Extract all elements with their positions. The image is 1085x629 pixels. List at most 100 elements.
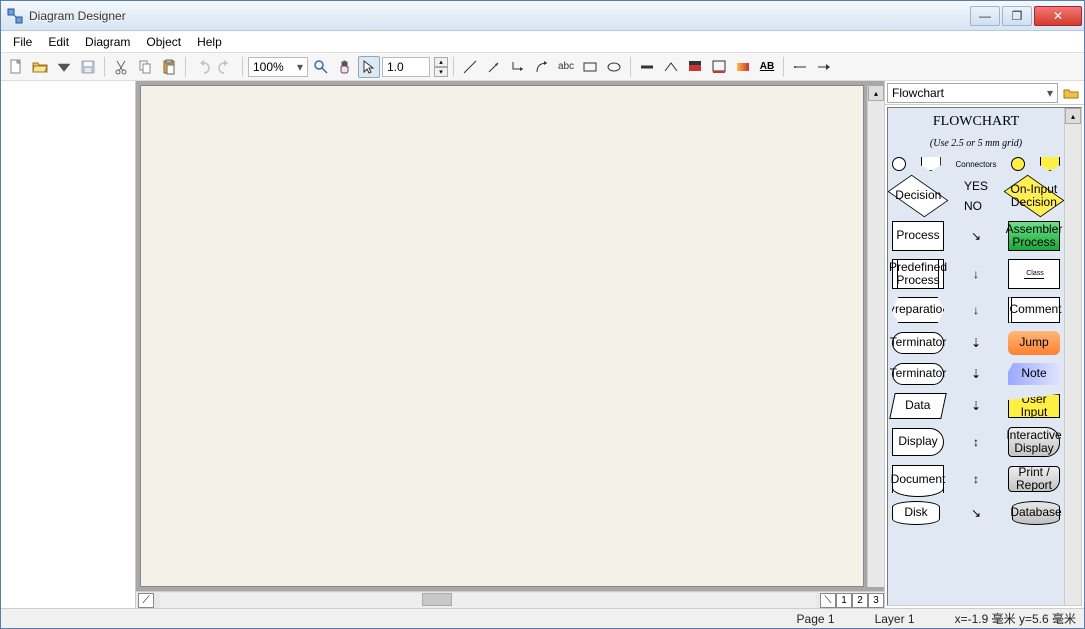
hscroll-thumb[interactable] bbox=[422, 593, 452, 606]
menu-edit[interactable]: Edit bbox=[42, 33, 75, 51]
arrow-icon[interactable]: ↕ bbox=[966, 472, 986, 486]
shape-note[interactable]: Note bbox=[1008, 363, 1060, 385]
save-button[interactable] bbox=[77, 56, 99, 78]
stencil-scrollbar[interactable]: ▴ bbox=[1064, 108, 1081, 605]
shape-display[interactable]: Display bbox=[892, 428, 944, 456]
connector1-icon[interactable] bbox=[507, 56, 529, 78]
line-tool-icon[interactable] bbox=[459, 56, 481, 78]
stencil-combo[interactable]: Flowchart bbox=[887, 83, 1058, 103]
canvas[interactable] bbox=[140, 85, 864, 587]
shape-process[interactable]: Process bbox=[892, 221, 944, 251]
minimize-button[interactable]: — bbox=[970, 6, 1000, 26]
layer-tab-3[interactable]: 3 bbox=[868, 593, 884, 608]
arrow-start-icon[interactable] bbox=[789, 56, 811, 78]
shape-assembler[interactable]: Assembler Process bbox=[1008, 221, 1060, 251]
menu-diagram[interactable]: Diagram bbox=[79, 33, 136, 51]
scroll-up-icon[interactable]: ▴ bbox=[1065, 108, 1081, 124]
arrow-icon[interactable]: ↓ bbox=[966, 267, 986, 281]
workarea: ▴ ⟋ ⟍ 1 2 3 Flowchart bbox=[1, 81, 1084, 608]
shape-class[interactable]: Class bbox=[1008, 259, 1060, 289]
connector-offpage[interactable] bbox=[921, 157, 941, 171]
text-style-icon[interactable]: AB bbox=[756, 56, 778, 78]
shape-int-display[interactable]: Interactive Display bbox=[1008, 427, 1060, 457]
arrow-end-icon[interactable] bbox=[813, 56, 835, 78]
shape-document[interactable]: Document bbox=[892, 465, 944, 493]
app-window: Diagram Designer — ❐ ✕ File Edit Diagram… bbox=[0, 0, 1085, 629]
menu-object[interactable]: Object bbox=[140, 33, 187, 51]
layer-tab-1[interactable]: 1 bbox=[836, 593, 852, 608]
shape-oninput-decision[interactable]: On-Input Decision bbox=[1004, 175, 1065, 218]
shape-database[interactable]: Database bbox=[1012, 501, 1060, 525]
slide-tab-icon[interactable]: ⟋ bbox=[138, 593, 154, 608]
arrow-icon[interactable]: ⇣ bbox=[966, 336, 986, 350]
toolbar: 100%▾ 1.0 ▴▾ abc AB bbox=[1, 53, 1084, 81]
stencil-open-icon[interactable] bbox=[1060, 82, 1082, 104]
separator bbox=[453, 57, 454, 77]
stencil-body: ▴ FLOWCHART (Use 2.5 or 5 mm grid) Conne… bbox=[887, 107, 1082, 606]
spinner-buttons[interactable]: ▴▾ bbox=[434, 57, 448, 77]
shape-preparation[interactable]: Preparation bbox=[892, 297, 944, 323]
stencil-title: FLOWCHART bbox=[933, 114, 1019, 130]
connector-circle[interactable] bbox=[892, 157, 906, 171]
connector2-icon[interactable] bbox=[531, 56, 553, 78]
ellipse-tool-icon[interactable] bbox=[603, 56, 625, 78]
left-panel[interactable] bbox=[1, 81, 136, 608]
new-button[interactable] bbox=[5, 56, 27, 78]
separator bbox=[242, 57, 243, 77]
arrow-tool-icon[interactable] bbox=[483, 56, 505, 78]
dropdown-icon[interactable] bbox=[53, 56, 75, 78]
connector-circle-yellow[interactable] bbox=[1011, 157, 1025, 171]
pan-tool-icon[interactable] bbox=[334, 56, 356, 78]
decision-row: Decision YESNO On-Input Decision bbox=[892, 179, 1060, 213]
zoom-combo[interactable]: 100%▾ bbox=[248, 57, 308, 77]
copy-button[interactable] bbox=[134, 56, 156, 78]
pointer-tool-icon[interactable] bbox=[358, 56, 380, 78]
arrow-icon[interactable]: ↕ bbox=[966, 435, 986, 449]
arrow-icon[interactable]: ↘ bbox=[966, 506, 986, 520]
menubar: File Edit Diagram Object Help bbox=[1, 31, 1084, 53]
arrow-icon[interactable]: ⇣ bbox=[966, 399, 986, 413]
line-color-icon[interactable] bbox=[708, 56, 730, 78]
vertical-scrollbar[interactable]: ▴ bbox=[867, 85, 884, 587]
line-style2-icon[interactable] bbox=[660, 56, 682, 78]
paste-button[interactable] bbox=[158, 56, 180, 78]
close-button[interactable]: ✕ bbox=[1034, 6, 1082, 26]
arrow-icon[interactable]: ↓ bbox=[966, 303, 986, 317]
shape-disk[interactable]: Disk bbox=[892, 501, 940, 525]
fill-color-icon[interactable] bbox=[684, 56, 706, 78]
shape-terminator[interactable]: Terminator bbox=[892, 332, 944, 354]
separator bbox=[104, 57, 105, 77]
redo-button[interactable] bbox=[215, 56, 237, 78]
cut-button[interactable] bbox=[110, 56, 132, 78]
shape-comment[interactable]: Comment bbox=[1008, 297, 1060, 323]
text-tool-icon[interactable]: abc bbox=[555, 56, 577, 78]
shape-terminator2[interactable]: Terminator bbox=[892, 363, 944, 385]
slide-tab2-icon[interactable]: ⟍ bbox=[820, 593, 836, 608]
zoom-tool-icon[interactable] bbox=[310, 56, 332, 78]
layer-tab-2[interactable]: 2 bbox=[852, 593, 868, 608]
menu-help[interactable]: Help bbox=[191, 33, 228, 51]
canvas-container: ▴ ⟋ ⟍ 1 2 3 bbox=[136, 81, 884, 608]
hscroll-track[interactable] bbox=[160, 593, 816, 608]
shape-printreport[interactable]: Print / Report bbox=[1008, 466, 1060, 492]
maximize-button[interactable]: ❐ bbox=[1002, 6, 1032, 26]
layer-tabs: ⟍ 1 2 3 bbox=[820, 593, 884, 608]
shape-decision[interactable]: Decision bbox=[888, 175, 949, 218]
rect-tool-icon[interactable] bbox=[579, 56, 601, 78]
undo-button[interactable] bbox=[191, 56, 213, 78]
open-button[interactable] bbox=[29, 56, 51, 78]
zoom-value: 100% bbox=[253, 60, 284, 74]
connector-offpage-yellow[interactable] bbox=[1040, 157, 1060, 171]
shape-jump[interactable]: Jump bbox=[1008, 331, 1060, 355]
scroll-up-icon[interactable]: ▴ bbox=[868, 85, 884, 101]
status-layer: Layer 1 bbox=[875, 612, 915, 626]
line-style-icon[interactable] bbox=[636, 56, 658, 78]
line-width-spinner[interactable]: 1.0 bbox=[382, 57, 430, 77]
gradient-icon[interactable] bbox=[732, 56, 754, 78]
shape-userinput[interactable]: User Input bbox=[1008, 394, 1060, 418]
arrow-icon[interactable]: ↘ bbox=[966, 229, 986, 243]
arrow-icon[interactable]: ⇣ bbox=[966, 367, 986, 381]
shape-predefined[interactable]: Predefined Process bbox=[892, 259, 944, 289]
shape-data[interactable]: Data bbox=[889, 393, 947, 419]
menu-file[interactable]: File bbox=[7, 33, 38, 51]
